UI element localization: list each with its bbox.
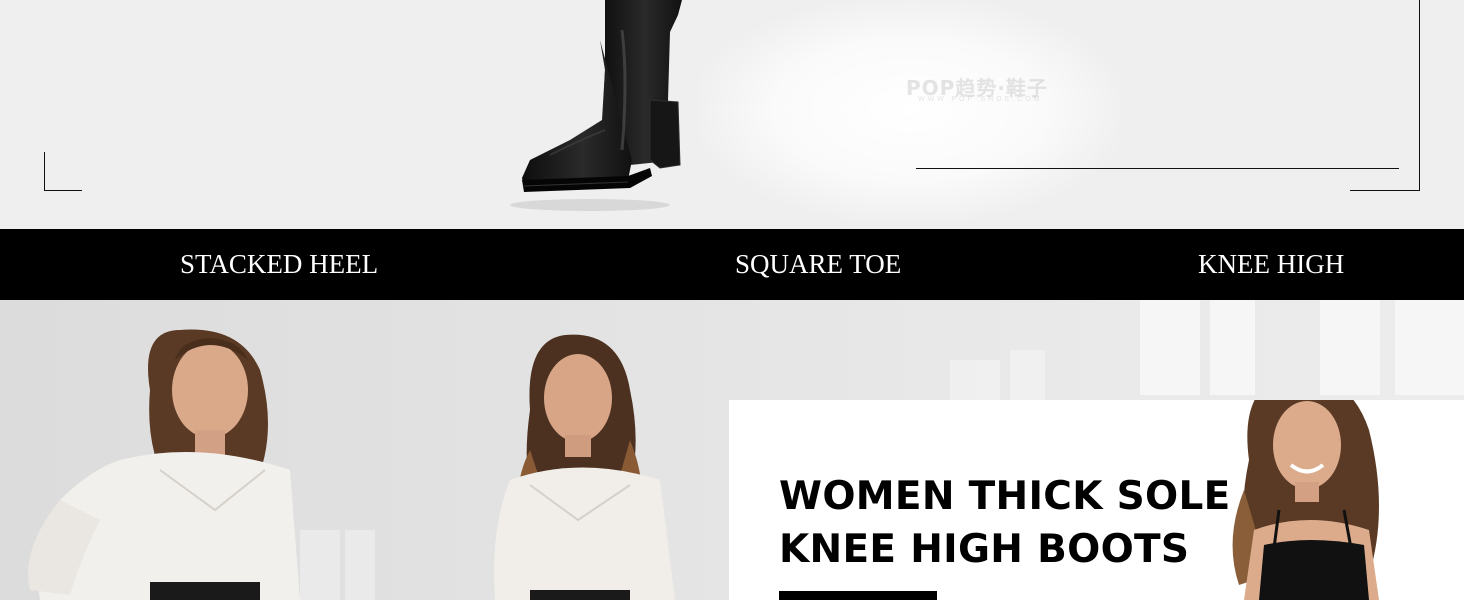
window-light-shape <box>1320 300 1380 395</box>
window-light-shape <box>1395 300 1464 395</box>
window-light-shape <box>300 530 340 600</box>
model-left-image <box>28 329 300 600</box>
model-center-image <box>494 334 675 600</box>
window-light-shape <box>345 530 375 600</box>
feature-stacked-heel: STACKED HEEL <box>180 249 379 279</box>
frame-bottom-edge <box>1350 190 1420 191</box>
window-light-shape <box>1210 300 1255 395</box>
feature-strip: STACKED HEEL SQUARE TOE KNEE HIGH <box>0 229 1464 300</box>
accent-bar <box>779 591 937 600</box>
headline-line-1: WOMEN THICK SOLE <box>779 474 1231 519</box>
divider-line <box>916 168 1399 169</box>
frame-corner-left <box>44 152 82 191</box>
model-right-image <box>1232 400 1379 600</box>
feature-knee-high: KNEE HIGH <box>1198 249 1345 279</box>
product-hero: POP趋势·鞋子 WWW.POP-SHOE.COM <box>0 0 1464 229</box>
boot-image <box>510 0 682 211</box>
feature-square-toe: SQUARE TOE <box>735 249 902 279</box>
window-light-shape <box>1140 300 1200 395</box>
hero-light-glow <box>700 0 1120 220</box>
window-light-shape <box>950 360 1000 400</box>
product-headline: WOMEN THICK SOLE KNEE HIGH BOOTS <box>779 470 1231 576</box>
frame-right-edge <box>1419 0 1420 191</box>
watermark-subtext: WWW.POP-SHOE.COM <box>918 96 1043 103</box>
lifestyle-section: WOMEN THICK SOLE KNEE HIGH BOOTS <box>0 300 1464 600</box>
headline-line-2: KNEE HIGH BOOTS <box>779 527 1190 572</box>
window-light-shape <box>1010 350 1045 400</box>
headline-panel: WOMEN THICK SOLE KNEE HIGH BOOTS <box>729 400 1464 600</box>
